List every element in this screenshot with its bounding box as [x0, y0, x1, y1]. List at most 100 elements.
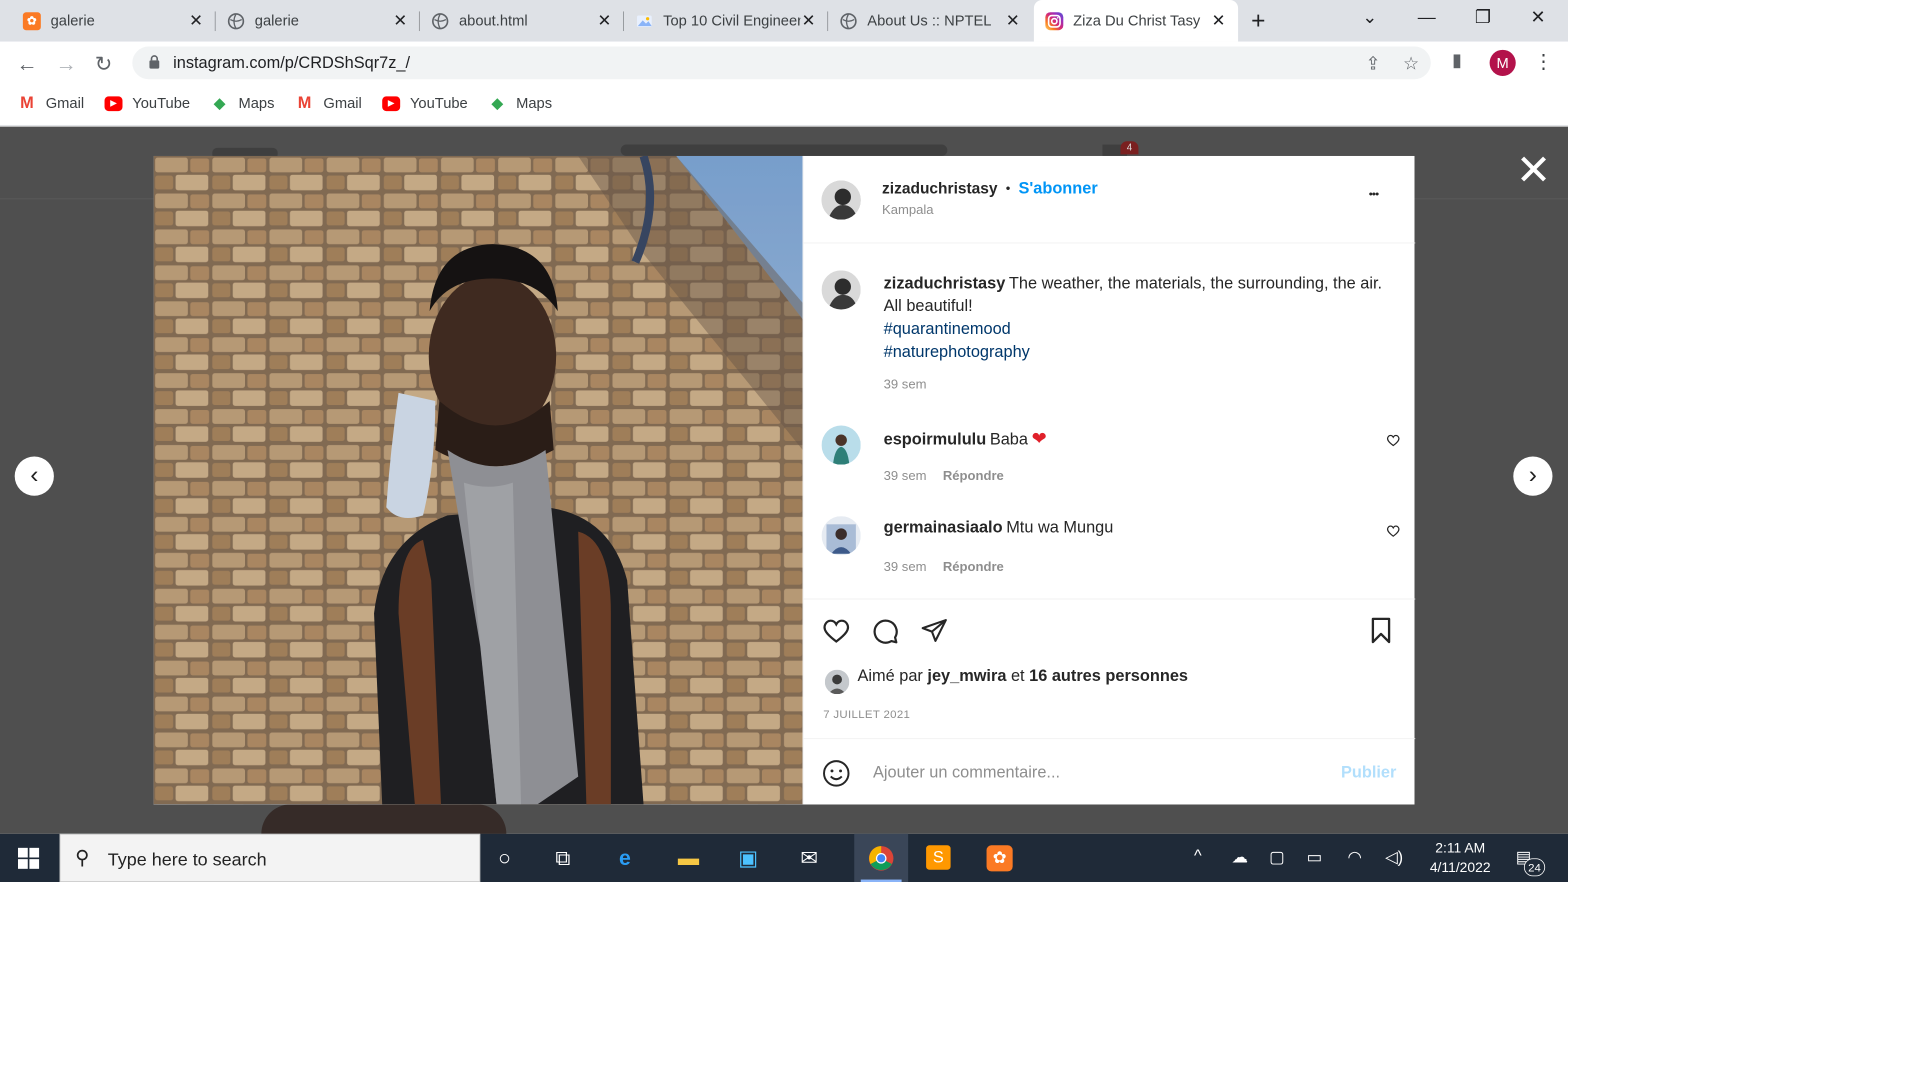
- like-comment-icon[interactable]: [1386, 524, 1401, 541]
- comment-time[interactable]: 39 sem: [884, 560, 927, 575]
- emoji-icon[interactable]: [822, 759, 851, 792]
- chrome-taskbar-button[interactable]: [854, 833, 909, 883]
- profile-avatar[interactable]: M: [1489, 49, 1516, 76]
- side-panel-icon[interactable]: ▮: [1452, 50, 1462, 71]
- reply-button[interactable]: Répondre: [943, 560, 1004, 575]
- share-icon[interactable]: ⇪: [1365, 53, 1380, 74]
- gmail-icon: M: [297, 93, 312, 112]
- author-username[interactable]: zizaduchristasy: [882, 180, 998, 198]
- file-explorer-icon[interactable]: ▬: [678, 845, 699, 870]
- search-placeholder: Type here to search: [107, 849, 267, 870]
- battery-icon[interactable]: ▭: [1307, 847, 1322, 867]
- like-comment-icon[interactable]: [1386, 434, 1401, 451]
- maps-icon: ◆: [491, 94, 504, 112]
- tab-galerie-1[interactable]: ✿ galerie ✕: [11, 0, 216, 42]
- bookmark-youtube[interactable]: ▶ YouTube: [104, 95, 190, 112]
- cortana-icon[interactable]: ○: [498, 845, 511, 870]
- tab-search-icon[interactable]: ⌄: [1362, 7, 1377, 28]
- tab-galerie-2[interactable]: galerie ✕: [216, 0, 420, 42]
- instagram-page-overlay: 4 ✕ ‹ › zizaduchristasy • S'abonner Kamp…: [0, 126, 1569, 834]
- volume-icon[interactable]: ◁): [1385, 847, 1403, 867]
- tab-about-html[interactable]: about.html ✕: [420, 0, 624, 42]
- commenter-avatar[interactable]: [821, 516, 861, 556]
- hashtag-link[interactable]: #naturephotography: [884, 343, 1030, 361]
- bookmark-maps-2[interactable]: ◆ Maps: [488, 95, 552, 112]
- post-date[interactable]: 7 JUILLET 2021: [823, 707, 910, 720]
- browser-toolbar: ← → ↻ instagram.com/p/CRDShSqr7z_/ ⇪ ☆ ▮…: [0, 41, 1569, 85]
- close-tab-icon[interactable]: ✕: [392, 11, 408, 31]
- follow-button[interactable]: S'abonner: [1018, 180, 1097, 199]
- gmail-icon: M: [20, 93, 34, 112]
- bookmark-gmail[interactable]: M Gmail: [18, 93, 84, 112]
- wifi-icon[interactable]: ◠: [1348, 847, 1362, 867]
- minimize-icon[interactable]: —: [1418, 7, 1436, 28]
- comment-username[interactable]: germainasiaalo: [884, 519, 1003, 537]
- restore-icon[interactable]: ❐: [1475, 7, 1491, 28]
- comment-icon[interactable]: [871, 617, 900, 650]
- close-modal-icon[interactable]: ✕: [1516, 149, 1552, 191]
- notification-badge: 4: [1120, 141, 1139, 155]
- author-avatar[interactable]: [821, 180, 861, 220]
- show-hidden-icons[interactable]: ^: [1194, 847, 1202, 866]
- other-likers-link[interactable]: 16 autres personnes: [1029, 667, 1188, 685]
- meet-now-icon[interactable]: ▢: [1269, 847, 1284, 867]
- save-post-icon[interactable]: [1369, 617, 1394, 649]
- onedrive-icon[interactable]: ☁: [1232, 847, 1248, 867]
- bookmark-maps[interactable]: ◆ Maps: [211, 94, 274, 112]
- bookmark-star-icon[interactable]: ☆: [1403, 53, 1419, 74]
- maps-icon: ◆: [214, 94, 226, 112]
- search-icon: ⚲: [75, 846, 90, 869]
- like-icon[interactable]: [822, 617, 851, 649]
- liker-avatar[interactable]: [824, 669, 850, 695]
- next-post-button[interactable]: ›: [1513, 456, 1553, 496]
- taskbar-clock[interactable]: 2:11 AM 4/11/2022: [1421, 839, 1499, 878]
- windows-start-icon[interactable]: [17, 847, 40, 873]
- tab-instagram-active[interactable]: Ziza Du Christ Tasy ✕: [1033, 0, 1239, 42]
- close-tab-icon[interactable]: ✕: [1210, 11, 1226, 31]
- forward-icon[interactable]: →: [56, 51, 77, 76]
- comment-time[interactable]: 39 sem: [884, 470, 927, 485]
- lock-icon[interactable]: [149, 55, 160, 70]
- caption-username[interactable]: zizaduchristasy: [884, 274, 1006, 292]
- close-tab-icon[interactable]: ✕: [188, 11, 204, 31]
- liker-username[interactable]: jey_mwira: [927, 667, 1006, 685]
- tab-nptel[interactable]: About Us :: NPTEL ✕: [828, 0, 1032, 42]
- close-tab-icon[interactable]: ✕: [596, 11, 612, 31]
- mail-icon[interactable]: ✉: [800, 845, 818, 870]
- post-caption: zizaduchristasy The weather, the materia…: [884, 273, 1399, 364]
- sublime-text-icon[interactable]: S: [926, 845, 951, 870]
- address-bar[interactable]: instagram.com/p/CRDShSqr7z_/ ⇪ ☆: [132, 46, 1431, 80]
- task-view-icon[interactable]: ⧉: [555, 845, 570, 871]
- store-icon[interactable]: ▣: [738, 845, 758, 870]
- commenter-avatar[interactable]: [821, 425, 861, 465]
- bookmark-youtube-2[interactable]: ▶ YouTube: [382, 95, 468, 112]
- new-tab-button[interactable]: +: [1251, 7, 1265, 35]
- comment-username[interactable]: espoirmululu: [884, 430, 987, 448]
- reply-button[interactable]: Répondre: [943, 470, 1004, 485]
- tab-civil-engineering[interactable]: Top 10 Civil Engineering ✕: [624, 0, 829, 42]
- edge-icon[interactable]: e: [619, 845, 631, 870]
- globe-icon: [431, 12, 449, 30]
- comment-input[interactable]: Ajouter un commentaire...: [873, 764, 1060, 783]
- close-tab-icon[interactable]: ✕: [800, 11, 816, 31]
- close-window-icon[interactable]: ✕: [1530, 7, 1545, 28]
- post-location[interactable]: Kampala: [882, 203, 934, 218]
- caption-time[interactable]: 39 sem: [884, 378, 927, 393]
- post-modal: zizaduchristasy • S'abonner Kampala ••• …: [153, 155, 1416, 805]
- share-post-icon[interactable]: [920, 617, 949, 649]
- taskbar-search[interactable]: ⚲ Type here to search: [59, 833, 481, 883]
- windows-taskbar: ⚲ Type here to search ○ ⧉ e ▬ ▣ ✉ S ✿ ^ …: [0, 833, 1569, 883]
- previous-post-button[interactable]: ‹: [14, 456, 54, 496]
- bookmark-gmail-2[interactable]: M Gmail: [296, 93, 362, 112]
- close-tab-icon[interactable]: ✕: [1005, 11, 1021, 31]
- caption-author-avatar[interactable]: [821, 270, 861, 310]
- instagram-icon: [1045, 11, 1064, 30]
- back-icon[interactable]: ←: [16, 51, 37, 76]
- chrome-icon: [868, 846, 894, 871]
- hashtag-link[interactable]: #quarantinemood: [884, 320, 1011, 338]
- reload-icon[interactable]: ↻: [95, 51, 113, 76]
- chrome-menu-icon[interactable]: ⋮: [1534, 50, 1554, 74]
- xampp-icon[interactable]: ✿: [986, 845, 1013, 872]
- publish-button[interactable]: Publier: [1341, 764, 1396, 783]
- more-options-icon[interactable]: •••: [1369, 187, 1379, 200]
